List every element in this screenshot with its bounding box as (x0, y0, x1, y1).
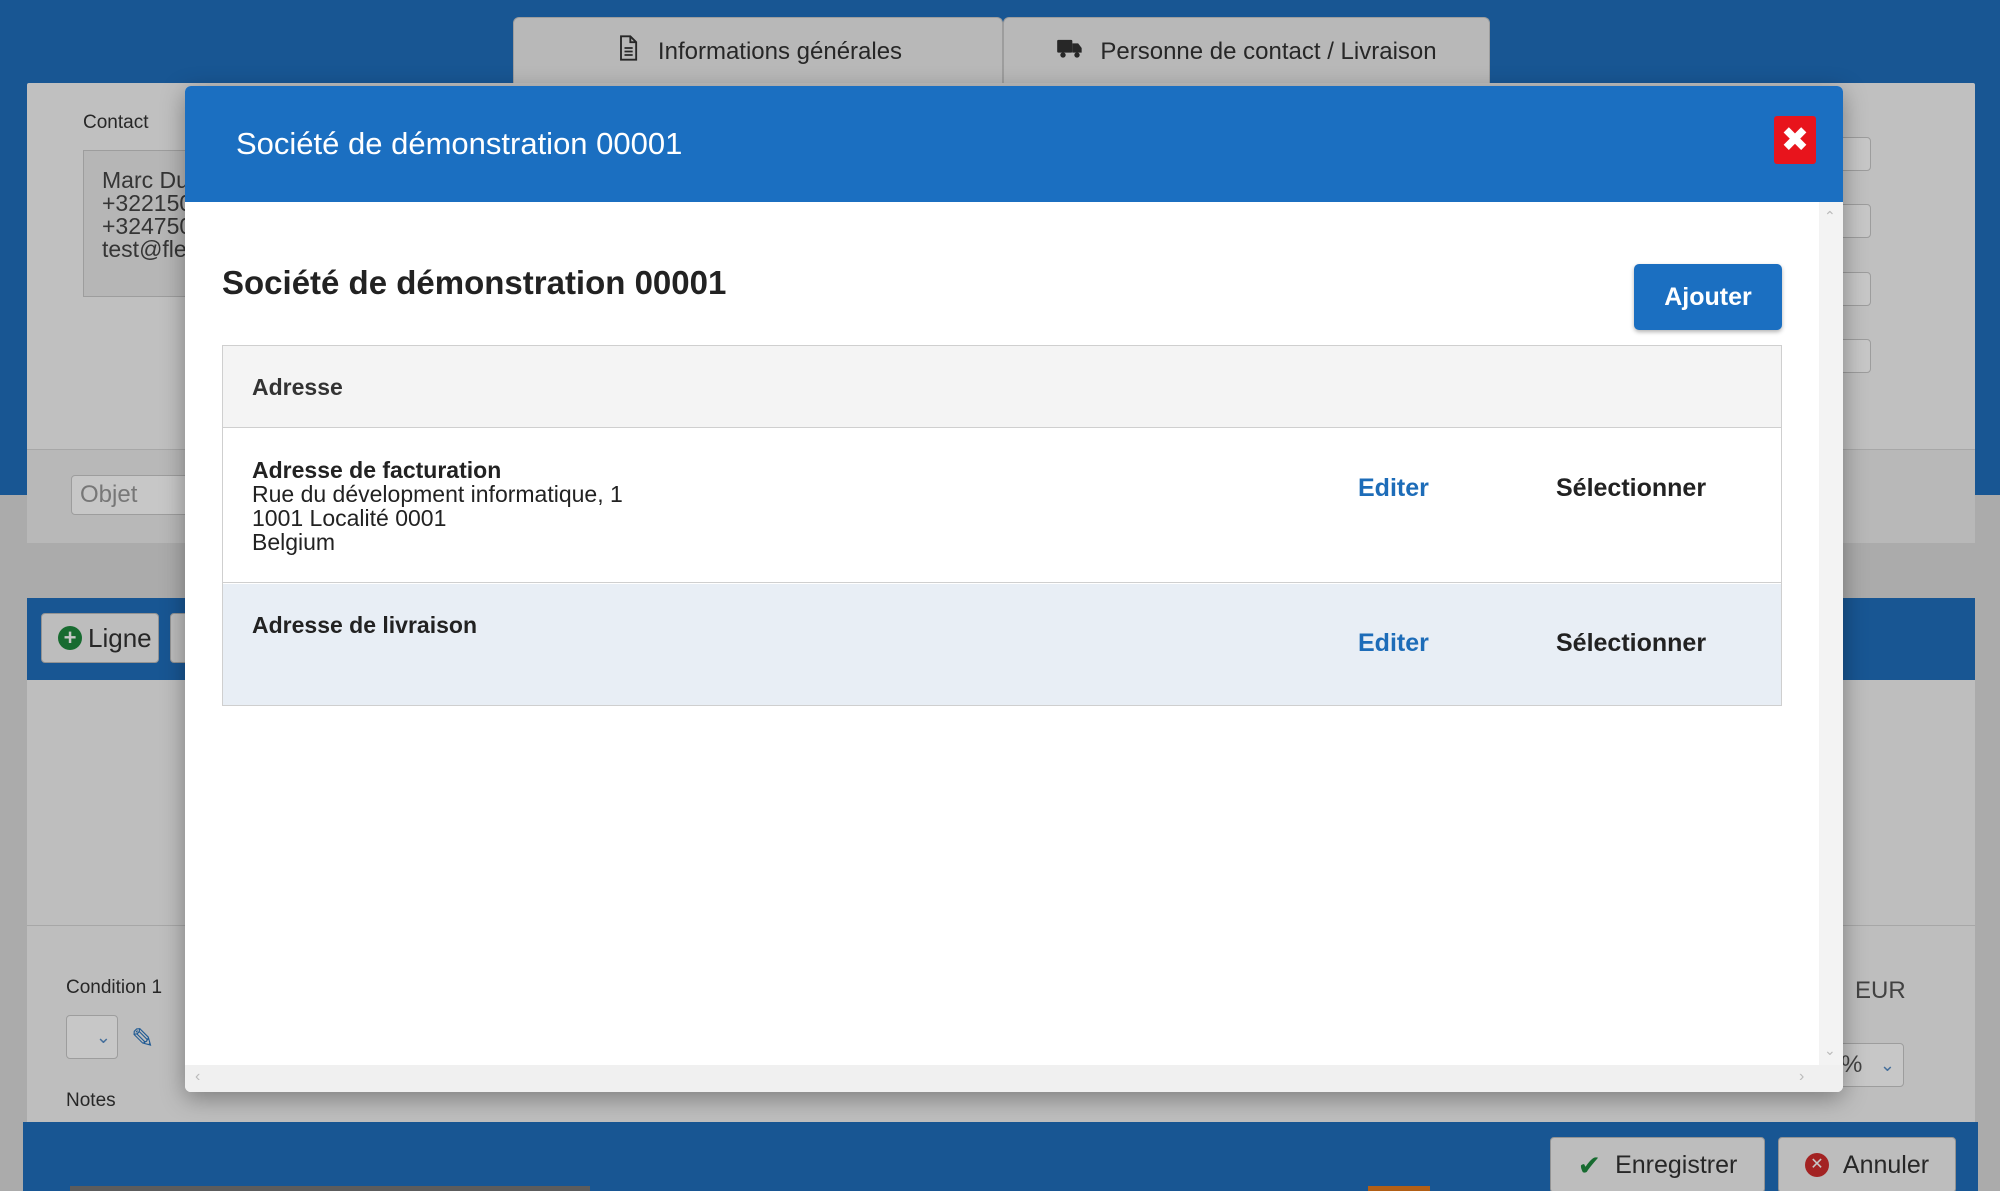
address-modal: Société de démonstration 00001 ✖ ⌃ ⌄ ‹ ›… (185, 86, 1843, 1092)
table-row[interactable]: Adresse de facturation Rue du dévelopmen… (223, 429, 1781, 583)
table-header-address: Adresse (223, 346, 1781, 428)
select-link[interactable]: Sélectionner (1556, 629, 1706, 658)
address-line: Belgium (252, 529, 336, 555)
scroll-up-icon[interactable]: ⌃ (1824, 208, 1836, 225)
address-table: Adresse Adresse de facturation Rue du dé… (222, 345, 1782, 706)
scroll-left-icon[interactable]: ‹ (195, 1068, 200, 1086)
modal-header: Société de démonstration 00001 ✖ (185, 86, 1843, 202)
address-line: Rue du dévelopment informatique, 1 (252, 481, 623, 507)
select-link[interactable]: Sélectionner (1556, 474, 1706, 503)
edit-link[interactable]: Editer (1358, 629, 1429, 658)
address-line: 1001 Localité 0001 (252, 505, 447, 531)
scroll-down-icon[interactable]: ⌄ (1824, 1042, 1836, 1059)
address-name: Adresse de livraison (252, 612, 477, 638)
horizontal-scrollbar[interactable]: ‹ › (185, 1065, 1843, 1092)
address-cell: Adresse de livraison (252, 613, 477, 637)
scroll-right-icon[interactable]: › (1799, 1068, 1804, 1086)
company-title: Société de démonstration 00001 (222, 264, 727, 301)
table-row[interactable]: Adresse de livraison Editer Sélectionner (223, 584, 1781, 705)
modal-title: Société de démonstration 00001 (236, 126, 683, 161)
close-icon[interactable]: ✖ (1774, 116, 1816, 164)
address-cell: Adresse de facturation Rue du dévelopmen… (252, 458, 623, 554)
add-address-button[interactable]: Ajouter (1634, 264, 1782, 330)
vertical-scrollbar[interactable]: ⌃ ⌄ (1819, 202, 1843, 1065)
address-name: Adresse de facturation (252, 457, 502, 483)
edit-link[interactable]: Editer (1358, 474, 1429, 503)
